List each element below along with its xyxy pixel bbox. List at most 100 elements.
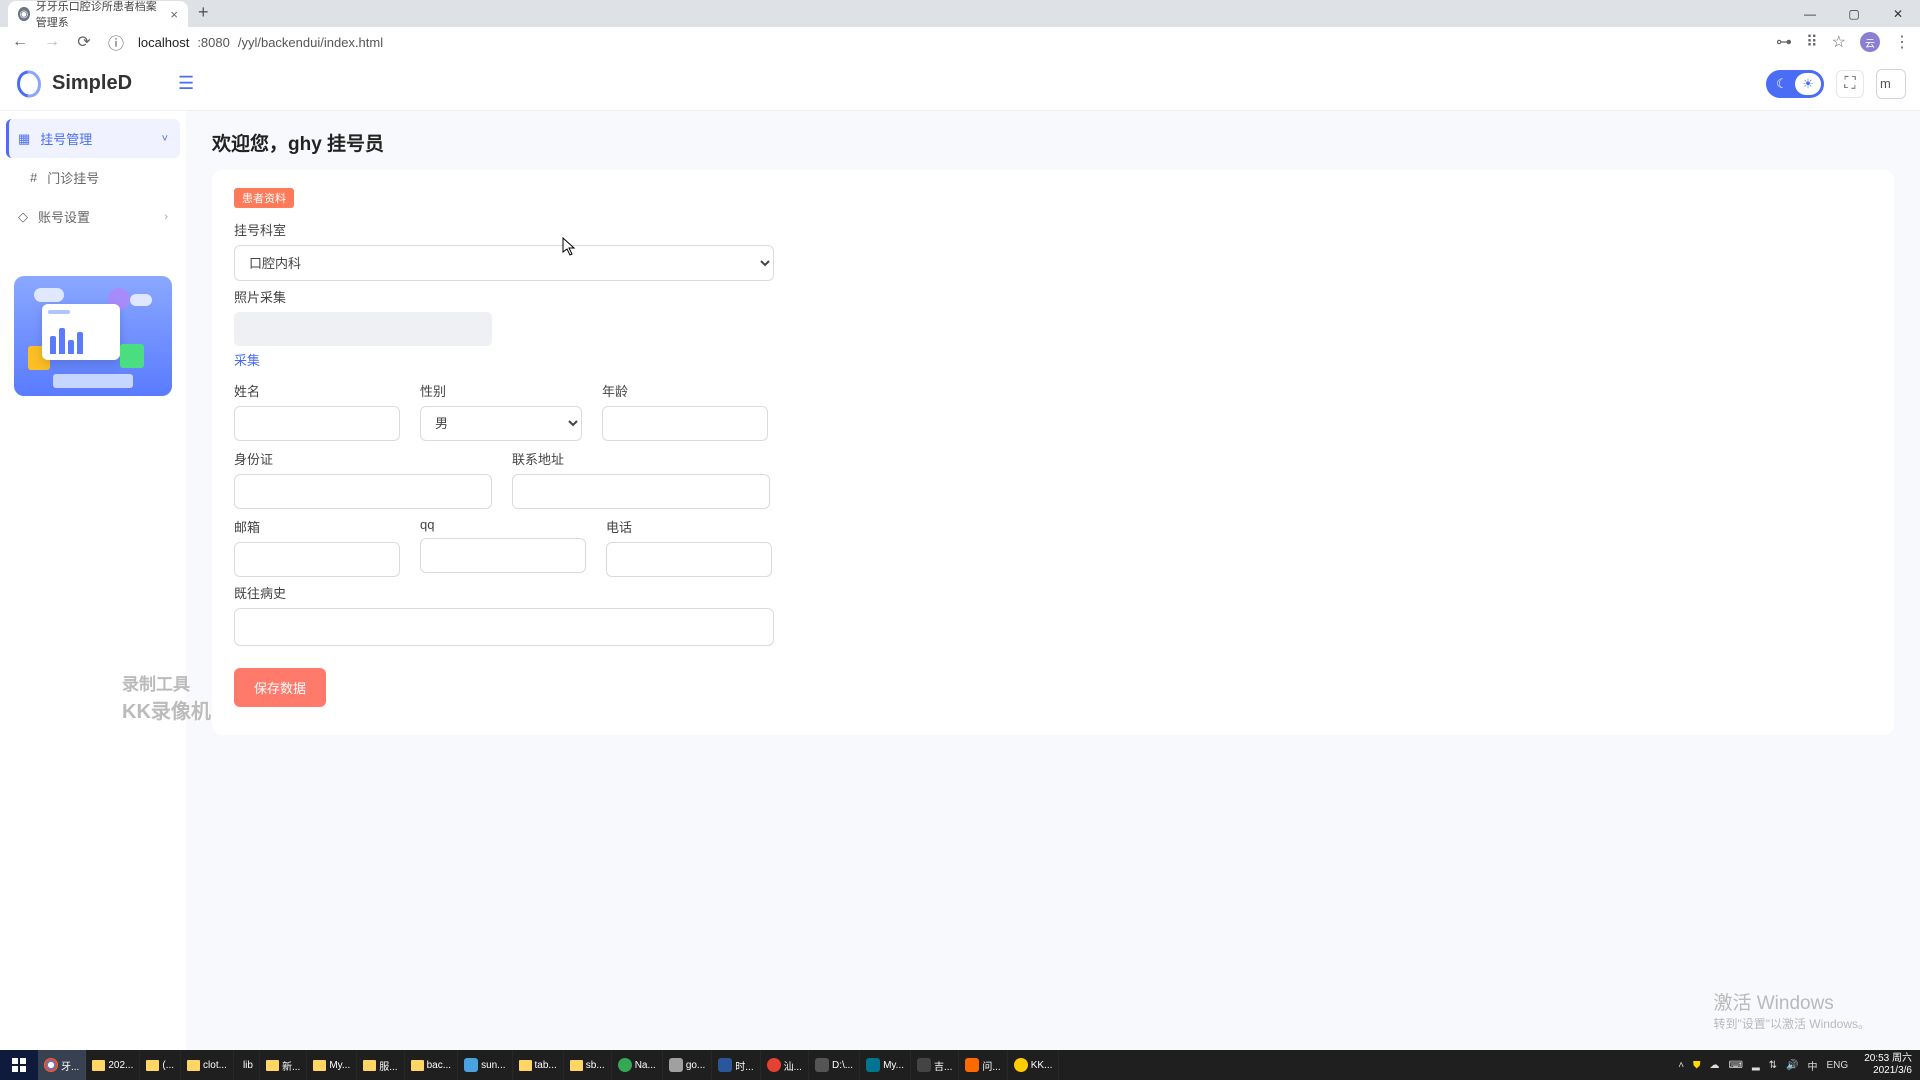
form-card: 患者资料 挂号科室 口腔内科 照片采集 采集 姓名 性别 男 — [212, 170, 1894, 735]
taskbar-item[interactable]: 问... — [959, 1050, 1007, 1080]
phone-label: 电话 — [606, 517, 772, 536]
taskbar-item[interactable]: 牙... — [38, 1050, 86, 1080]
taskbar-item[interactable]: 时... — [712, 1050, 760, 1080]
sidebar-item-account-settings[interactable]: ◇ 账号设置 › — [6, 197, 180, 236]
forward-button[interactable]: → — [42, 32, 62, 52]
moon-icon[interactable]: ☾ — [1769, 73, 1795, 95]
info-icon[interactable]: ⓘ — [106, 32, 126, 52]
taskbar-item[interactable]: 服... — [357, 1050, 404, 1080]
tray-keyboard-icon[interactable]: ⌨ — [1729, 1060, 1743, 1071]
name-input[interactable] — [234, 406, 400, 441]
sidebar-item-outpatient[interactable]: # 门诊挂号 — [6, 158, 180, 197]
taskbar-item[interactable]: 汕... — [761, 1050, 809, 1080]
app-header: SimpleD ☰ ☾ ☀ ⛶ m — [0, 57, 1920, 111]
taskbar-item[interactable]: go... — [663, 1050, 712, 1080]
address-input[interactable] — [512, 474, 770, 509]
menu-icon[interactable]: ⋮ — [1894, 32, 1910, 52]
key-icon[interactable]: ⊶ — [1776, 32, 1792, 52]
gender-select[interactable]: 男 — [420, 406, 582, 441]
url-field[interactable]: localhost:8080/yyl/backendui/index.html — [138, 35, 1764, 50]
app: SimpleD ☰ ☾ ☀ ⛶ m ▦ 挂号管理 ˅ # 门诊挂号 ◇ — [0, 57, 1920, 1050]
taskbar-item[interactable]: tab... — [513, 1050, 564, 1080]
main-content: 欢迎您，ghy 挂号员 患者资料 挂号科室 口腔内科 照片采集 采集 姓名 性别 — [186, 111, 1920, 1050]
taskbar-item[interactable]: My... — [307, 1050, 357, 1080]
taskbar-item[interactable]: 吉... — [911, 1050, 959, 1080]
address-bar: ← → ⟳ ⓘ localhost:8080/yyl/backendui/ind… — [0, 27, 1920, 57]
name-label: 姓名 — [234, 381, 400, 400]
grid-icon: ▦ — [18, 131, 30, 147]
tray-ime[interactable]: 中 — [1808, 1058, 1818, 1073]
idcard-label: 身份证 — [234, 449, 492, 468]
taskbar-item[interactable]: 新... — [260, 1050, 307, 1080]
taskbar-item[interactable]: D:\... — [809, 1050, 860, 1080]
brand: SimpleD — [14, 69, 132, 99]
taskbar-item[interactable]: 202... — [86, 1050, 140, 1080]
avatar[interactable]: m — [1876, 69, 1906, 99]
tray-battery-icon[interactable]: ▂ — [1752, 1060, 1760, 1071]
department-label: 挂号科室 — [234, 220, 1872, 239]
tab-title: 牙牙乐口腔诊所患者档案管理系 — [36, 0, 165, 30]
sidebar-item-registration-mgmt[interactable]: ▦ 挂号管理 ˅ — [6, 119, 180, 158]
age-input[interactable] — [602, 406, 768, 441]
url-port: :8080 — [197, 35, 230, 50]
browser-tab[interactable]: ◉ 牙牙乐口腔诊所患者档案管理系 × — [8, 1, 188, 27]
system-tray[interactable]: ˄ ⛊ ☁ ⌨ ▂ ⇅ 🔊 中 ENG — [1670, 1058, 1856, 1073]
brand-logo-icon — [14, 69, 44, 99]
close-window-button[interactable]: ✕ — [1876, 0, 1920, 27]
tray-wifi-icon[interactable]: ⇅ — [1769, 1060, 1777, 1071]
sidebar: ▦ 挂号管理 ˅ # 门诊挂号 ◇ 账号设置 › — [0, 111, 186, 1050]
chevron-right-icon: › — [164, 211, 168, 223]
browser-chrome: ◉ 牙牙乐口腔诊所患者档案管理系 × + — ▢ ✕ ← → ⟳ ⓘ local… — [0, 0, 1920, 57]
email-input[interactable] — [234, 542, 400, 577]
sidebar-illustration — [14, 276, 172, 396]
welcome-heading: 欢迎您，ghy 挂号员 — [212, 129, 1894, 156]
department-select[interactable]: 口腔内科 — [234, 245, 774, 281]
gender-label: 性别 — [420, 381, 582, 400]
new-tab-button[interactable]: + — [198, 2, 209, 27]
taskbar-item[interactable]: KK... — [1008, 1050, 1060, 1080]
tab-bar: ◉ 牙牙乐口腔诊所患者档案管理系 × + — [0, 0, 1920, 27]
theme-toggle[interactable]: ☾ ☀ — [1766, 70, 1824, 98]
url-path: /yyl/backendui/index.html — [238, 35, 383, 50]
taskbar-item[interactable]: lib — [234, 1050, 260, 1080]
history-input[interactable] — [234, 608, 774, 646]
address-label: 联系地址 — [512, 449, 770, 468]
translate-icon[interactable]: ⠿ — [1806, 32, 1818, 52]
taskbar-item[interactable]: Na... — [612, 1050, 663, 1080]
tray-volume-icon[interactable]: 🔊 — [1786, 1060, 1798, 1071]
hash-icon: # — [30, 170, 37, 185]
idcard-input[interactable] — [234, 474, 492, 509]
close-icon[interactable]: × — [170, 7, 178, 22]
taskbar-item[interactable]: clot... — [181, 1050, 234, 1080]
tray-cloud-icon[interactable]: ☁ — [1710, 1060, 1720, 1071]
email-label: 邮箱 — [234, 517, 400, 536]
tray-lang[interactable]: ENG — [1827, 1060, 1849, 1071]
taskbar-item[interactable]: sb... — [564, 1050, 612, 1080]
taskbar-item[interactable]: (... — [140, 1050, 181, 1080]
save-button[interactable]: 保存数据 — [234, 668, 326, 707]
phone-input[interactable] — [606, 542, 772, 577]
fullscreen-button[interactable]: ⛶ — [1836, 70, 1864, 98]
maximize-button[interactable]: ▢ — [1832, 0, 1876, 27]
tray-chevron-icon[interactable]: ˄ — [1678, 1060, 1684, 1071]
chevron-down-icon: ˅ — [162, 133, 168, 145]
tag-icon: ◇ — [18, 209, 28, 225]
profile-icon[interactable]: 云 — [1860, 32, 1880, 52]
photo-placeholder — [234, 312, 492, 346]
taskbar-item[interactable]: sun... — [458, 1050, 512, 1080]
taskbar-item[interactable]: My... — [860, 1050, 911, 1080]
taskbar-item[interactable]: bac... — [405, 1050, 458, 1080]
back-button[interactable]: ← — [10, 32, 30, 52]
sun-icon[interactable]: ☀ — [1795, 73, 1821, 95]
tray-shield-icon[interactable]: ⛊ — [1693, 1060, 1701, 1071]
qq-input[interactable] — [420, 538, 586, 573]
capture-link[interactable]: 采集 — [234, 350, 260, 369]
reload-button[interactable]: ⟳ — [74, 32, 94, 52]
bookmark-icon[interactable]: ☆ — [1832, 32, 1846, 52]
minimize-button[interactable]: — — [1788, 0, 1832, 27]
qq-label: qq — [420, 517, 586, 532]
hamburger-icon[interactable]: ☰ — [178, 73, 194, 94]
start-button[interactable] — [0, 1050, 38, 1080]
photo-label: 照片采集 — [234, 287, 1872, 306]
taskbar-clock[interactable]: 20:53 周六 2021/3/6 — [1856, 1053, 1920, 1077]
